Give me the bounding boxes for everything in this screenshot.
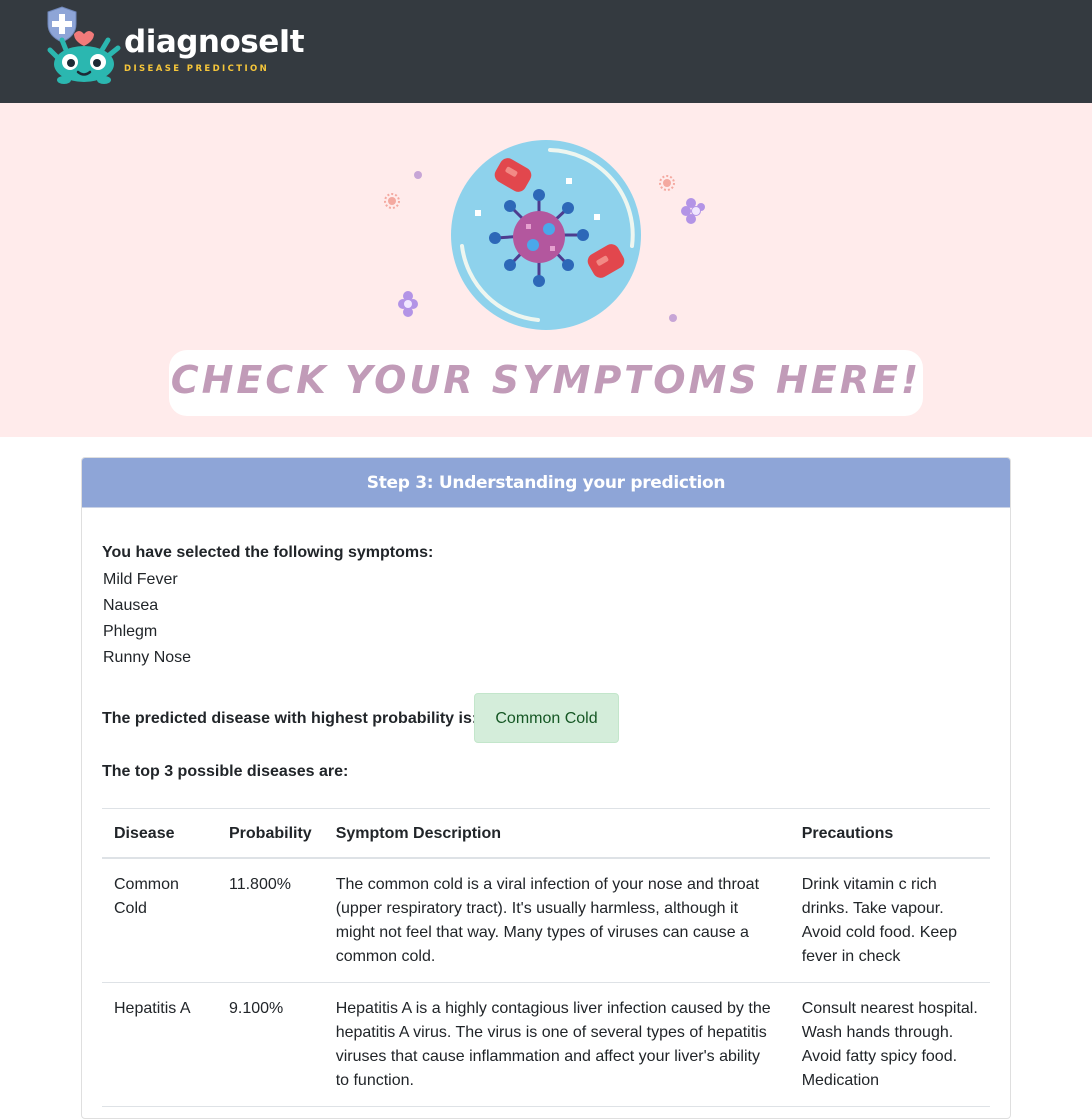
results-table: Disease Probability Symptom Description … <box>102 808 990 1107</box>
virus-illustration-icon <box>384 140 705 330</box>
predicted-label: The predicted disease with highest proba… <box>102 710 478 727</box>
column-header-precautions: Precautions <box>789 808 990 859</box>
mascot-logo-icon <box>47 6 121 84</box>
column-header-disease: Disease <box>102 808 217 859</box>
predicted-disease-badge: Common Cold <box>474 693 619 743</box>
navbar: diagnoseIt DISEASE PREDICTION <box>0 0 1092 103</box>
description-cell: Hepatitis A is a highly contagious liver… <box>323 982 790 1107</box>
table-header-row: Disease Probability Symptom Description … <box>102 808 990 859</box>
precautions-cell: Drink vitamin c rich drinks. Take vapour… <box>789 858 990 983</box>
top3-label: The top 3 possible diseases are: <box>102 763 349 780</box>
card-title: Step 3: Understanding your prediction <box>82 458 1010 508</box>
table-row: Hepatitis A 9.100% Hepatitis A is a high… <box>102 982 990 1107</box>
disease-cell: Hepatitis A <box>102 982 217 1107</box>
precautions-cell: Consult nearest hospital. Wash hands thr… <box>789 982 990 1107</box>
symptoms-heading: You have selected the following symptoms… <box>102 544 434 561</box>
brand-tagline: DISEASE PREDICTION <box>124 64 270 74</box>
probability-cell: 11.800% <box>217 858 324 983</box>
hero-banner: CHECK YOUR SYMPTOMS HERE! <box>169 350 923 416</box>
brand-name: diagnoseIt <box>124 24 305 60</box>
brand-logo[interactable]: diagnoseIt DISEASE PREDICTION <box>44 6 305 86</box>
disease-cell: Common Cold <box>102 858 217 983</box>
table-row: Common Cold 11.800% The common cold is a… <box>102 858 990 983</box>
description-cell: The common cold is a viral infection of … <box>323 858 790 983</box>
symptom-item: Mild Fever <box>103 571 178 588</box>
symptoms-list: Mild Fever Nausea Phlegm Runny Nose <box>103 567 191 671</box>
prediction-card: Step 3: Understanding your prediction Yo… <box>81 457 1011 1119</box>
hero-section: CHECK YOUR SYMPTOMS HERE! <box>0 103 1092 437</box>
symptom-item: Phlegm <box>103 623 158 640</box>
probability-cell: 9.100% <box>217 982 324 1107</box>
column-header-probability: Probability <box>217 808 324 859</box>
column-header-description: Symptom Description <box>323 808 790 859</box>
symptom-item: Nausea <box>103 597 159 614</box>
hero-banner-text: CHECK YOUR SYMPTOMS HERE! <box>170 358 922 402</box>
symptom-item: Runny Nose <box>103 649 192 666</box>
